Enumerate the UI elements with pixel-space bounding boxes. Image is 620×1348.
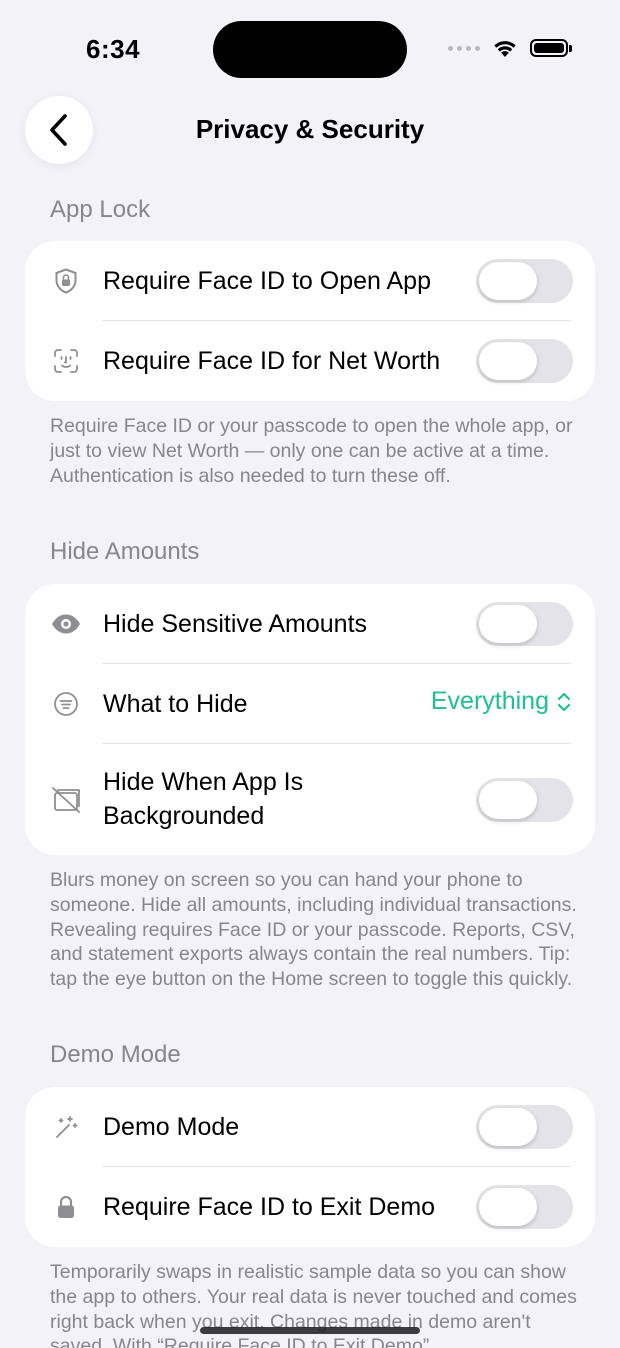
filter-icon — [51, 689, 81, 719]
wifi-icon — [494, 41, 516, 57]
chevron-up-down-icon — [557, 692, 571, 711]
app-lock-card: Require Face ID to Open App Require Face… — [25, 241, 595, 401]
require-face-id-net-worth-toggle[interactable] — [476, 339, 573, 383]
row-require-face-id-net-worth[interactable]: Require Face ID for Net Worth — [25, 321, 595, 401]
what-to-hide-picker[interactable]: Everything — [431, 687, 571, 716]
row-hide-sensitive-amounts[interactable]: Hide Sensitive Amounts — [25, 584, 595, 664]
dynamic-island — [213, 21, 407, 78]
row-label: Require Face ID for Net Worth — [103, 347, 441, 375]
hide-sensitive-amounts-toggle[interactable] — [476, 602, 573, 646]
require-face-id-open-app-toggle[interactable] — [476, 259, 573, 303]
row-label: Hide When App Is Backgrounded — [103, 765, 303, 833]
cellular-signal-icon — [448, 45, 480, 51]
hidden-window-icon — [51, 785, 81, 815]
row-label: Hide Sensitive Amounts — [103, 610, 368, 638]
hide-amounts-card: Hide Sensitive Amounts What to Hide Ever… — [25, 584, 595, 855]
lock-icon — [51, 1192, 81, 1222]
row-what-to-hide[interactable]: What to Hide Everything — [25, 664, 595, 744]
picker-value: Everything — [430, 687, 549, 715]
demo-mode-toggle[interactable] — [476, 1105, 573, 1149]
row-label-line-1: Hide When App Is — [103, 768, 304, 796]
demo-mode-card: Demo Mode Require Face ID to Exit Demo — [25, 1087, 595, 1247]
require-face-id-exit-demo-toggle[interactable] — [476, 1185, 573, 1229]
status-time: 6:34 — [86, 34, 141, 64]
page-title: Privacy & Security — [195, 114, 425, 144]
section-header-hide-amounts: Hide Amounts — [50, 538, 200, 565]
hide-when-backgrounded-toggle[interactable] — [476, 778, 573, 822]
row-demo-mode[interactable]: Demo Mode — [25, 1087, 595, 1167]
eye-icon — [51, 609, 81, 639]
row-require-face-id-open-app[interactable]: Require Face ID to Open App — [25, 241, 595, 321]
home-indicator — [200, 1327, 420, 1334]
magic-wand-icon — [51, 1112, 81, 1142]
row-hide-when-backgrounded[interactable]: Hide When App Is Backgrounded — [25, 744, 595, 855]
face-id-icon — [51, 346, 81, 376]
row-label: What to Hide — [103, 690, 248, 718]
row-label: Require Face ID to Open App — [103, 267, 431, 295]
row-label: Require Face ID to Exit Demo — [103, 1193, 436, 1221]
section-header-demo-mode: Demo Mode — [50, 1041, 181, 1068]
status-icons — [448, 38, 572, 58]
row-label-line-2: Backgrounded — [103, 802, 265, 830]
shield-lock-icon — [51, 266, 81, 296]
app-lock-footnote: Require Face ID or your passcode to open… — [50, 415, 573, 487]
section-header-app-lock: App Lock — [50, 196, 151, 223]
battery-icon — [530, 39, 572, 57]
demo-mode-footnote: Temporarily swaps in realistic sample da… — [50, 1261, 577, 1348]
hide-amounts-footnote: Blurs money on screen so you can hand yo… — [50, 869, 577, 991]
privacy-security-screen: 6:34 Privacy & Security App Lock Require… — [0, 0, 620, 1348]
row-label: Demo Mode — [103, 1113, 240, 1141]
row-require-face-id-exit-demo[interactable]: Require Face ID to Exit Demo — [25, 1167, 595, 1247]
